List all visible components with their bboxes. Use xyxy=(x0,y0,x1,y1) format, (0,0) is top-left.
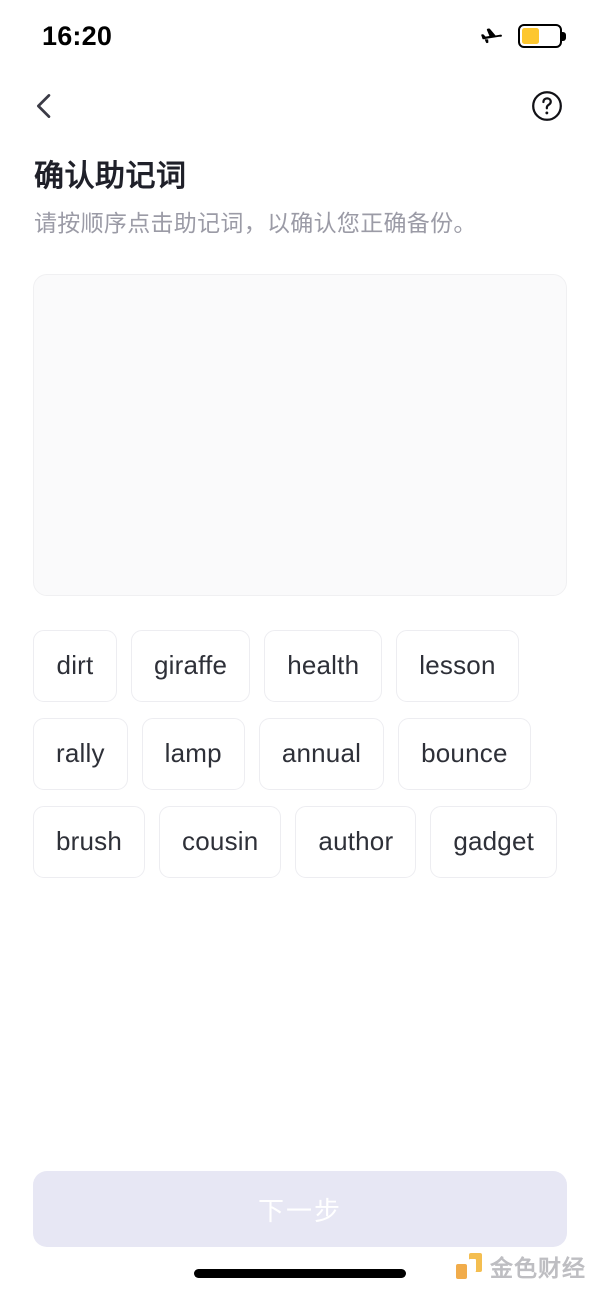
watermark-text: 金色财经 xyxy=(490,1255,586,1281)
word-chip[interactable]: annual xyxy=(258,717,385,790)
battery-icon xyxy=(518,24,566,48)
navigation-bar xyxy=(0,72,600,140)
word-chip[interactable]: rally xyxy=(33,717,128,790)
watermark-logo-icon xyxy=(456,1253,482,1279)
battery-cap xyxy=(562,32,566,41)
word-chip[interactable]: lesson xyxy=(396,629,519,702)
chevron-left-icon xyxy=(27,89,61,123)
header-block: 确认助记词 请按顺序点击助记词，以确认您正确备份。 xyxy=(0,140,600,239)
watermark-logo-part-left xyxy=(456,1264,467,1279)
status-bar-indicators xyxy=(479,24,566,49)
word-chip[interactable]: dirt xyxy=(33,629,117,702)
layout-spacer xyxy=(0,878,600,1171)
word-chip[interactable]: brush xyxy=(33,805,146,878)
watermark: 金色财经 xyxy=(456,1249,586,1283)
word-chip[interactable]: giraffe xyxy=(131,629,251,702)
word-chip[interactable]: author xyxy=(295,805,417,878)
status-bar-time: 16:20 xyxy=(42,20,113,51)
next-button[interactable]: 下一步 xyxy=(33,1171,567,1247)
page-title: 确认助记词 xyxy=(34,160,187,193)
airplane-mode-icon xyxy=(479,24,504,49)
word-bank: dirt giraffe health lesson rally lamp annual bo… xyxy=(33,629,567,878)
help-button[interactable] xyxy=(527,86,567,126)
word-chip[interactable]: cousin xyxy=(159,805,282,878)
question-mark-circle-icon xyxy=(529,88,565,124)
battery-level-fill xyxy=(522,28,540,44)
watermark-logo-part-notch xyxy=(469,1259,476,1272)
word-chip[interactable]: lamp xyxy=(141,717,245,790)
app-screen: 16:20 确认助记词 请按顺序点击助记词，以确认您正确备份。 dirt gir… xyxy=(0,0,600,1299)
home-indicator[interactable] xyxy=(194,1268,406,1278)
back-button[interactable] xyxy=(20,82,68,130)
page-subtitle: 请按顺序点击助记词，以确认您正确备份。 xyxy=(34,209,477,236)
word-chip[interactable]: gadget xyxy=(430,805,558,878)
selected-words-area[interactable] xyxy=(33,273,567,596)
status-bar: 16:20 xyxy=(0,0,600,72)
word-chip[interactable]: bounce xyxy=(398,717,531,790)
word-chip[interactable]: health xyxy=(264,629,383,702)
